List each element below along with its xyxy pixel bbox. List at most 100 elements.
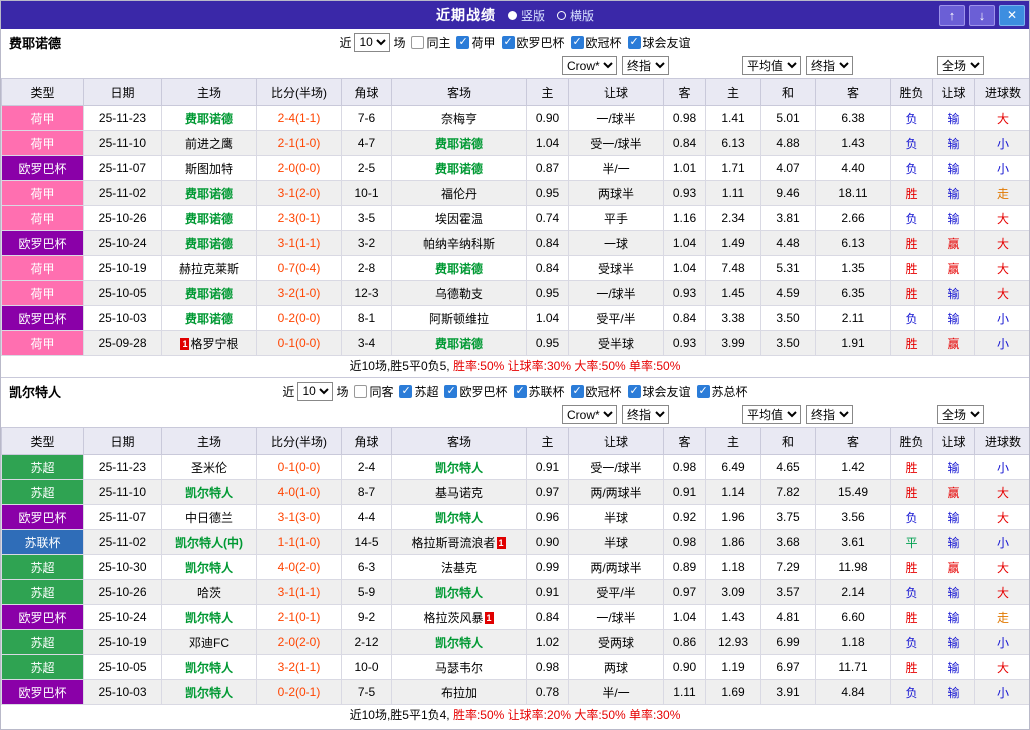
away-team: 帕纳辛纳科斯: [392, 231, 527, 256]
checked-checkbox-icon[interactable]: [399, 385, 412, 398]
match-date: 25-10-24: [84, 605, 162, 630]
odds-time-select[interactable]: 终指: [622, 405, 669, 424]
corner-count: 4-4: [342, 505, 392, 530]
handicap-home-odds: 0.95: [527, 331, 569, 356]
result-handicap: 输: [933, 530, 975, 555]
checked-checkbox-icon[interactable]: [697, 385, 710, 398]
away-team-name: 帕纳辛纳科斯: [423, 237, 495, 251]
avg-away-odds: 18.11: [816, 181, 891, 206]
summary-line: 近10场,胜5平0负5, 胜率:50% 让球率:30% 大率:50% 单率:50…: [1, 356, 1029, 377]
odds-company-select[interactable]: Crow*: [562, 405, 617, 424]
home-team: 费耶诺德: [162, 231, 257, 256]
home-team-name: 费耶诺德: [185, 212, 233, 226]
corner-count: 3-2: [342, 231, 392, 256]
match-count-select[interactable]: 10: [354, 33, 390, 52]
odds-time-select[interactable]: 终指: [622, 56, 669, 75]
filter-checkbox[interactable]: 球会友谊: [628, 383, 691, 400]
filter-checkbox[interactable]: 苏超: [399, 383, 438, 400]
away-team-name: 凯尔特人: [435, 511, 483, 525]
filter-checkbox[interactable]: 苏总杯: [697, 383, 748, 400]
checked-checkbox-icon[interactable]: [628, 385, 641, 398]
scroll-down-button[interactable]: ↓: [969, 5, 995, 26]
checked-checkbox-icon[interactable]: [444, 385, 457, 398]
filter-checkbox[interactable]: 球会友谊: [628, 34, 691, 51]
odds-company-select[interactable]: Crow*: [562, 56, 617, 75]
away-team: 凯尔特人: [392, 630, 527, 655]
avg-home-odds: 1.69: [706, 680, 761, 705]
home-team-name: 凯尔特人: [185, 486, 233, 500]
average-select[interactable]: 平均值: [742, 56, 801, 75]
avg-draw-odds: 4.07: [761, 156, 816, 181]
column-header: 客: [664, 428, 706, 455]
scroll-up-button[interactable]: ↑: [939, 5, 965, 26]
filter-checkbox[interactable]: 欧冠杯: [571, 34, 622, 51]
filter-checkbox[interactable]: 苏联杯: [514, 383, 565, 400]
corner-count: 5-9: [342, 580, 392, 605]
handicap-line: 受平/半: [569, 580, 664, 605]
away-team: 凯尔特人: [392, 455, 527, 480]
away-team: 凯尔特人: [392, 505, 527, 530]
match-row: 欧罗巴杯25-10-03凯尔特人0-2(0-1)7-5布拉加0.78半/一1.1…: [2, 680, 1030, 705]
average-select[interactable]: 平均值: [742, 405, 801, 424]
score: 0-2(0-0): [257, 306, 342, 331]
result-handicap: 输: [933, 156, 975, 181]
filter-checkbox[interactable]: 同主: [411, 34, 450, 51]
match-count-select[interactable]: 10: [297, 382, 333, 401]
result-win-draw-loss: 负: [891, 680, 933, 705]
checked-checkbox-icon[interactable]: [571, 36, 584, 49]
league-badge: 荷甲: [2, 131, 84, 156]
red-card-badge: 1: [497, 537, 506, 549]
checkbox-label: 苏超: [414, 383, 438, 400]
away-team: 埃因霍温: [392, 206, 527, 231]
home-team-name: 凯尔特人: [185, 561, 233, 575]
home-team: 费耶诺德: [162, 206, 257, 231]
filter-checkbox[interactable]: 欧罗巴杯: [444, 383, 507, 400]
league-badge: 苏超: [2, 580, 84, 605]
panel-header: 费耶诺德近10场同主荷甲欧罗巴杯欧冠杯球会友谊: [1, 29, 1029, 55]
result-win-draw-loss: 负: [891, 580, 933, 605]
match-row: 欧罗巴杯25-10-03费耶诺德0-2(0-0)8-1阿斯顿维拉1.04受平/半…: [2, 306, 1030, 331]
column-header: 客场: [392, 428, 527, 455]
handicap-line: 两/两球半: [569, 555, 664, 580]
filter-checkbox[interactable]: 同客: [354, 383, 393, 400]
avg-away-odds: 1.18: [816, 630, 891, 655]
avg-away-odds: 4.40: [816, 156, 891, 181]
scope-select[interactable]: 全场: [937, 405, 984, 424]
checked-checkbox-icon[interactable]: [456, 36, 469, 49]
league-badge: 欧罗巴杯: [2, 231, 84, 256]
unchecked-checkbox-icon[interactable]: [354, 385, 367, 398]
layout-radio-vertical[interactable]: 竖版: [508, 7, 545, 24]
match-row: 荷甲25-11-02费耶诺德3-1(2-0)10-1福伦丹0.95两球半0.93…: [2, 181, 1030, 206]
checked-checkbox-icon[interactable]: [571, 385, 584, 398]
column-header: 让球: [933, 428, 975, 455]
away-team: 凯尔特人: [392, 580, 527, 605]
layout-radio-horizontal[interactable]: 横版: [557, 7, 594, 24]
checked-checkbox-icon[interactable]: [514, 385, 527, 398]
handicap-line: 一/球半: [569, 281, 664, 306]
filter-checkbox[interactable]: 荷甲: [456, 34, 495, 51]
average-time-select[interactable]: 终指: [806, 405, 853, 424]
filter-checkbox[interactable]: 欧罗巴杯: [502, 34, 565, 51]
column-header: 让球: [933, 79, 975, 106]
checkbox-label: 球会友谊: [643, 383, 691, 400]
close-button[interactable]: ✕: [999, 5, 1025, 26]
match-date: 25-10-03: [84, 306, 162, 331]
header-row: 类型日期主场比分(半场)角球客场主让球客主和客胜负让球进球数: [2, 428, 1030, 455]
checked-checkbox-icon[interactable]: [502, 36, 515, 49]
checked-checkbox-icon[interactable]: [628, 36, 641, 49]
summary-rates: 胜率:50% 让球率:30% 大率:50% 单率:50%: [453, 359, 680, 373]
filter-checkbox[interactable]: 欧冠杯: [571, 383, 622, 400]
team-panel: 凯尔特人近10场同客苏超欧罗巴杯苏联杯欧冠杯球会友谊苏总杯Crow*终指平均值终…: [1, 377, 1029, 726]
home-team-name: 费耶诺德: [185, 187, 233, 201]
handicap-home-odds: 1.02: [527, 630, 569, 655]
result-goals: 小: [975, 131, 1030, 156]
home-team: 斯图加特: [162, 156, 257, 181]
average-time-select[interactable]: 终指: [806, 56, 853, 75]
match-date: 25-10-26: [84, 206, 162, 231]
scope-select[interactable]: 全场: [937, 56, 984, 75]
corner-count: 2-5: [342, 156, 392, 181]
score: 3-1(1-1): [257, 231, 342, 256]
match-date: 25-10-03: [84, 680, 162, 705]
match-row: 荷甲25-10-19赫拉克莱斯0-7(0-4)2-8费耶诺德0.84受球半1.0…: [2, 256, 1030, 281]
unchecked-checkbox-icon[interactable]: [411, 36, 424, 49]
